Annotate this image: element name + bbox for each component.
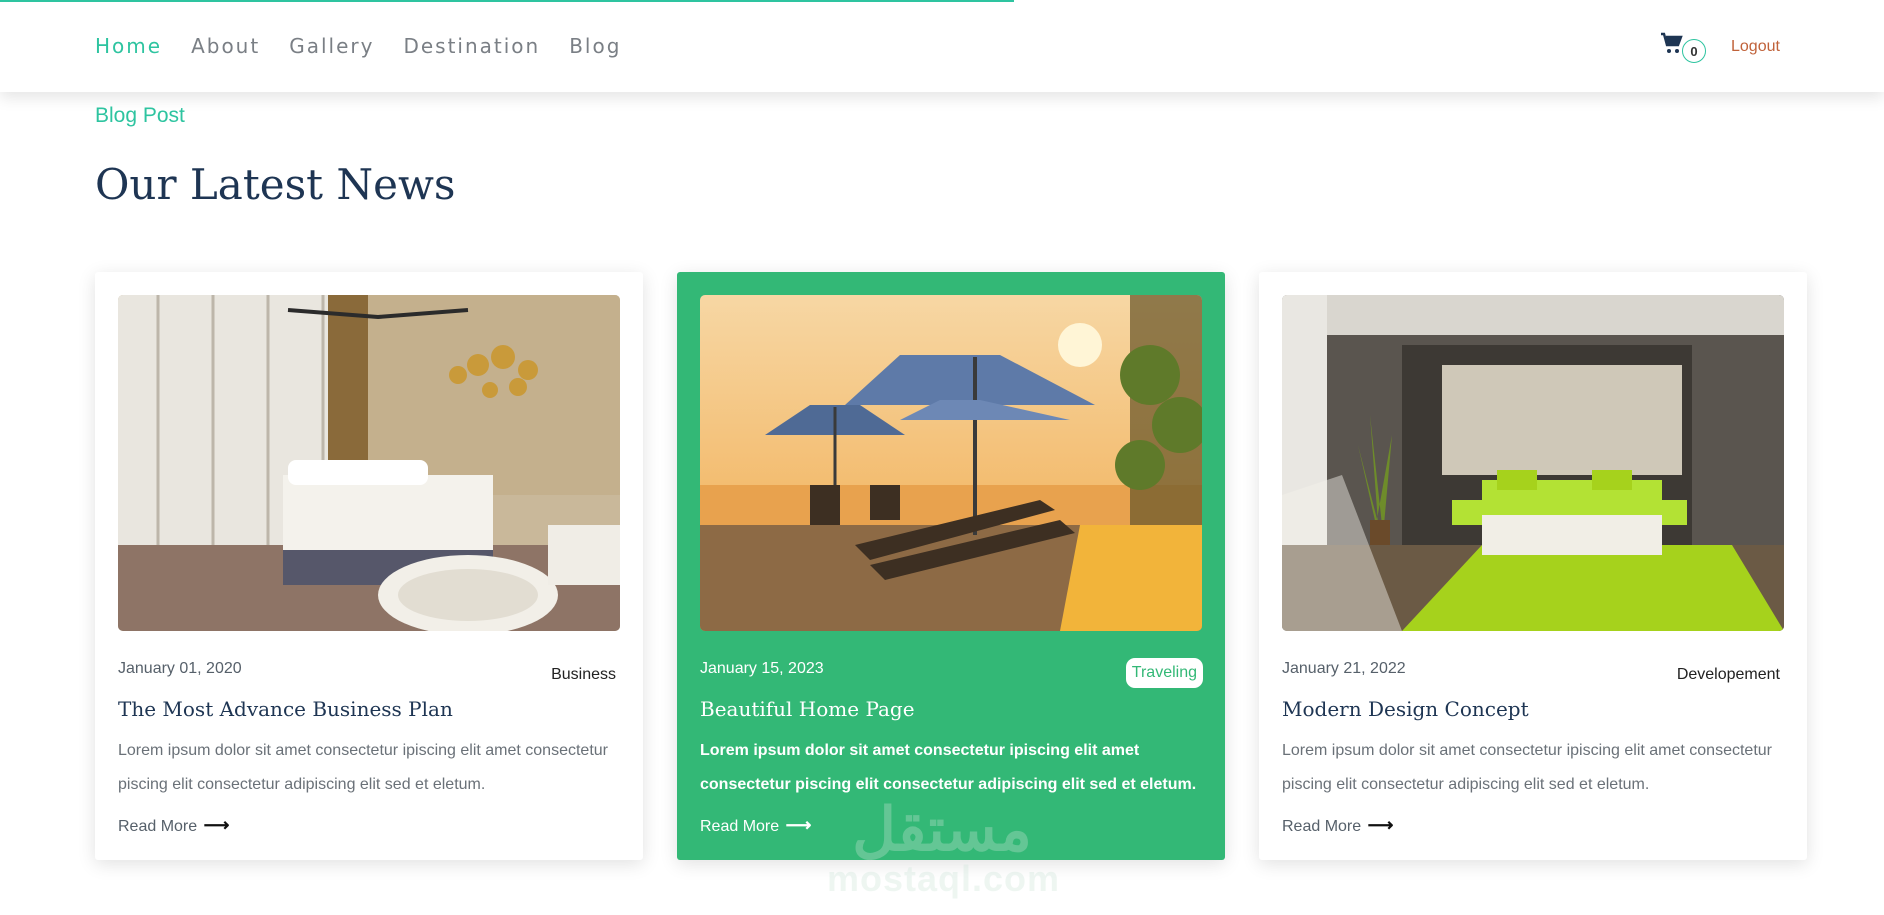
logout-link[interactable]: Logout bbox=[1731, 38, 1780, 56]
card-date: January 01, 2020 bbox=[118, 660, 242, 677]
watermark-text: mostaql.com bbox=[827, 858, 1061, 899]
cart-icon bbox=[1661, 32, 1683, 53]
navbar: Home About Gallery Destination Blog 0 Lo… bbox=[0, 0, 1884, 92]
scroll-progress-bar bbox=[0, 0, 1014, 2]
nav-links: Home About Gallery Destination Blog bbox=[95, 34, 621, 58]
card-image-hotel-room[interactable] bbox=[118, 295, 620, 631]
read-more-label: Read More bbox=[700, 818, 780, 835]
read-more-link[interactable]: Read More ⟶ bbox=[118, 815, 229, 836]
section-eyebrow: Blog Post bbox=[95, 104, 185, 127]
cart-count-badge: 0 bbox=[1682, 39, 1706, 63]
nav-gallery[interactable]: Gallery bbox=[289, 34, 374, 58]
card-category-tag[interactable]: Developement bbox=[1677, 666, 1780, 684]
card-date: January 21, 2022 bbox=[1282, 660, 1406, 677]
read-more-label: Read More bbox=[1282, 818, 1362, 835]
blog-card-featured: January 15, 2023 Traveling Beautiful Hom… bbox=[677, 272, 1225, 860]
nav-destination[interactable]: Destination bbox=[403, 34, 540, 58]
card-category-tag[interactable]: Business bbox=[551, 666, 616, 684]
arrow-right-icon: ⟶ bbox=[1367, 815, 1394, 835]
blog-card: January 21, 2022 Developement Modern Des… bbox=[1259, 272, 1807, 860]
arrow-right-icon: ⟶ bbox=[785, 815, 812, 835]
card-excerpt: Lorem ipsum dolor sit amet consectetur i… bbox=[1282, 742, 1772, 793]
card-date: January 15, 2023 bbox=[700, 660, 824, 677]
card-excerpt: Lorem ipsum dolor sit amet consectetur i… bbox=[118, 742, 608, 793]
read-more-link[interactable]: Read More ⟶ bbox=[700, 815, 811, 836]
card-title[interactable]: Beautiful Home Page bbox=[700, 697, 915, 721]
read-more-label: Read More bbox=[118, 818, 198, 835]
cart-button[interactable]: 0 bbox=[1660, 32, 1706, 63]
blog-card: January 01, 2020 Business The Most Advan… bbox=[95, 272, 643, 860]
nav-blog[interactable]: Blog bbox=[569, 34, 621, 58]
card-title[interactable]: Modern Design Concept bbox=[1282, 697, 1529, 721]
arrow-right-icon: ⟶ bbox=[203, 815, 230, 835]
card-category-tag[interactable]: Traveling bbox=[1125, 658, 1203, 688]
card-excerpt: Lorem ipsum dolor sit amet consectetur i… bbox=[700, 742, 1197, 793]
card-image-beach-umbrellas[interactable] bbox=[700, 295, 1202, 631]
nav-home[interactable]: Home bbox=[95, 34, 162, 58]
read-more-link[interactable]: Read More ⟶ bbox=[1282, 815, 1393, 836]
card-title[interactable]: The Most Advance Business Plan bbox=[118, 697, 453, 721]
card-image-modern-bedroom[interactable] bbox=[1282, 295, 1784, 631]
nav-about[interactable]: About bbox=[191, 34, 260, 58]
page-title: Our Latest News bbox=[95, 160, 456, 209]
